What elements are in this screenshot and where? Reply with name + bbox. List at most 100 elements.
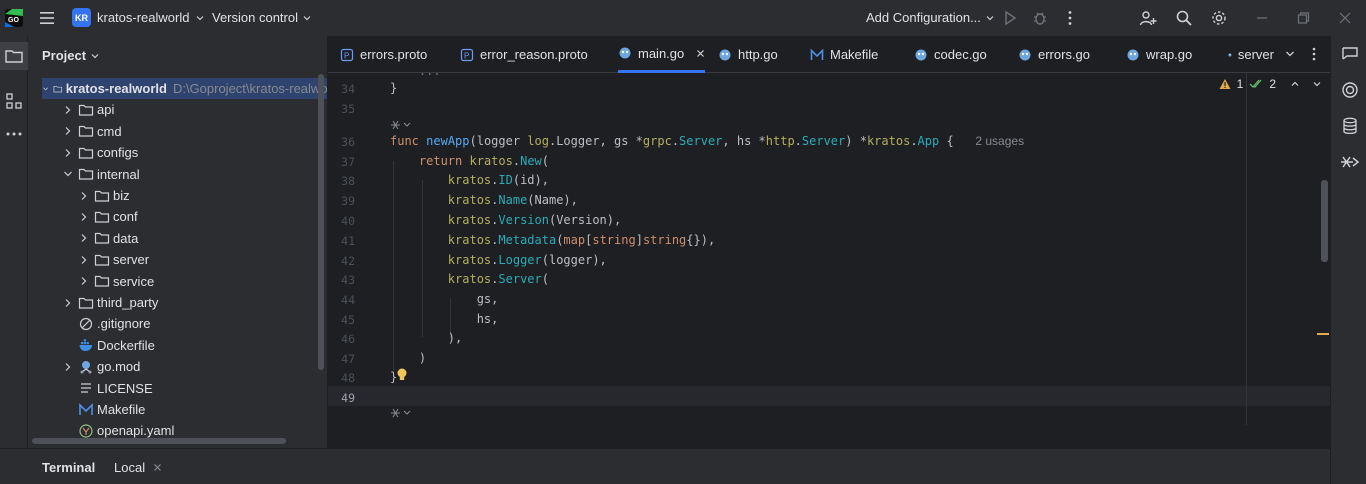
chevron-down-icon[interactable] [62,168,74,180]
chevron-right-icon[interactable] [62,147,74,159]
line-number[interactable]: 46 [328,332,355,346]
chevron-up-icon[interactable] [1290,79,1300,89]
tree-item[interactable]: biz [78,185,130,206]
tree-item[interactable]: internal [62,164,140,185]
chevron-right-icon[interactable] [78,254,90,266]
line-number[interactable]: 42 [328,254,355,268]
editor-tab[interactable]: http.go [718,36,778,73]
chevron-right-icon[interactable] [78,190,90,202]
chevron-right-icon[interactable] [62,361,74,373]
chevron-right-icon[interactable] [62,104,74,116]
chevron-right-icon[interactable] [78,232,90,244]
tree-item[interactable]: go.mod [62,356,140,377]
chevron-down-icon[interactable] [1284,48,1296,60]
line-number[interactable]: 41 [328,234,355,248]
editor-tab[interactable]: Perror_reason.proto [460,36,588,73]
tree-item[interactable]: configs [62,142,138,163]
tree-item[interactable]: data [78,228,138,249]
add-user-icon[interactable] [1139,9,1157,27]
code-line-39: kratos.Name(Name), [447,193,578,207]
tree-item[interactable]: server [78,249,149,270]
tree-item[interactable]: conf [78,206,138,227]
inspection-widget[interactable]: 1 2 [1219,77,1322,91]
chevron-right-icon[interactable] [62,125,74,137]
chevron-right-icon[interactable] [78,211,90,223]
project-panel-scrollbar[interactable] [318,74,324,370]
editor-tab[interactable]: main.go [618,36,706,73]
minimize-icon[interactable] [1253,9,1271,27]
chevron-down-icon[interactable] [1312,79,1322,89]
notifications-icon[interactable] [1340,44,1360,64]
line-number[interactable]: 49 [328,391,355,405]
editor-tab[interactable]: errors.go [1018,36,1090,73]
database-icon[interactable] [1340,116,1360,136]
code-editor[interactable]: 1 2 ... 34 35 36 37 38 39 40 41 42 43 44 45 46 47 48 49… [328,73,1330,425]
tree-item[interactable]: .gitignore [62,313,150,334]
more-tabs-icon[interactable] [1306,46,1322,62]
run-icon[interactable] [1001,9,1019,27]
line-number[interactable]: 36 [328,135,355,149]
chevron-right-icon[interactable] [62,297,74,309]
editor-tab[interactable]: wrap.go [1126,36,1192,73]
tree-item[interactable]: Dockerfile [62,335,155,356]
tree-item[interactable]: Makefile [62,399,145,420]
line-number[interactable]: 34 [328,82,355,96]
usages-hint[interactable]: 2 usages [975,134,1024,148]
restore-icon[interactable] [1294,9,1312,27]
tree-item[interactable]: cmd [62,121,122,142]
line-number[interactable]: 35 [328,102,355,116]
ai-hint-icon[interactable] [390,406,412,420]
tree-root-row[interactable]: kratos-realworld D:\Goproject\kratos-rea… [42,78,327,99]
go-icon [719,49,731,60]
close-icon[interactable] [696,49,705,58]
tab-label: error_reason.proto [480,47,588,62]
more-tools-icon[interactable] [4,124,24,144]
line-number[interactable]: 47 [328,352,355,366]
editor-scrollbar[interactable] [1321,180,1328,262]
structure-icon[interactable] [4,91,24,111]
tree-item[interactable]: api [62,99,114,120]
lightbulb-icon[interactable] [396,367,408,383]
run-configuration-selector[interactable]: Add Configuration... [866,10,995,25]
project-panel-header[interactable]: Project [42,48,100,63]
terminal-tab-local[interactable]: Local [114,460,162,475]
code-line-36: func newApp(logger log.Logger, gs *grpc.… [390,134,1025,148]
close-icon[interactable] [1336,9,1354,27]
project-selector[interactable]: KR kratos-realworld [72,8,205,27]
tree-item-label: api [97,102,115,118]
line-number[interactable]: 38 [328,174,355,188]
line-number[interactable]: 37 [328,155,355,169]
debug-icon[interactable] [1031,9,1049,27]
editor-tab[interactable]: Perrors.proto [340,36,427,73]
tree-item[interactable]: service [78,271,154,292]
tree-item[interactable]: third_party [62,292,158,313]
chevron-down-icon [197,15,204,20]
editor-tab[interactable]: Makefile [810,36,878,73]
line-number[interactable]: 48 [328,371,355,385]
kratos-plugin-icon[interactable] [1340,152,1360,172]
folder-icon[interactable] [4,46,24,66]
version-control-label: Version control [212,10,298,25]
close-icon[interactable] [153,463,162,472]
line-number[interactable]: 40 [328,214,355,228]
line-number[interactable]: 44 [328,293,355,307]
ai-assistant-icon[interactable] [1340,80,1360,100]
more-actions-icon[interactable] [1061,9,1079,27]
version-control-menu[interactable]: Version control [212,10,312,25]
editor-tab[interactable]: codec.go [914,36,987,73]
ai-hint-icon[interactable] [390,118,412,132]
project-panel-horizontal-scrollbar[interactable] [32,438,286,444]
line-number[interactable]: 43 [328,273,355,287]
editor-tab[interactable]: server [1228,36,1274,73]
main-menu-icon[interactable] [38,9,56,27]
line-number[interactable]: 39 [328,194,355,208]
gear-icon[interactable] [1210,9,1228,27]
warning-stripe-marker[interactable] [1317,333,1329,335]
tree-item[interactable]: LICENSE [62,378,153,399]
line-number[interactable]: 45 [328,313,355,327]
chevron-right-icon[interactable] [78,275,90,287]
search-icon[interactable] [1175,9,1193,27]
terminal-title[interactable]: Terminal [42,460,95,475]
